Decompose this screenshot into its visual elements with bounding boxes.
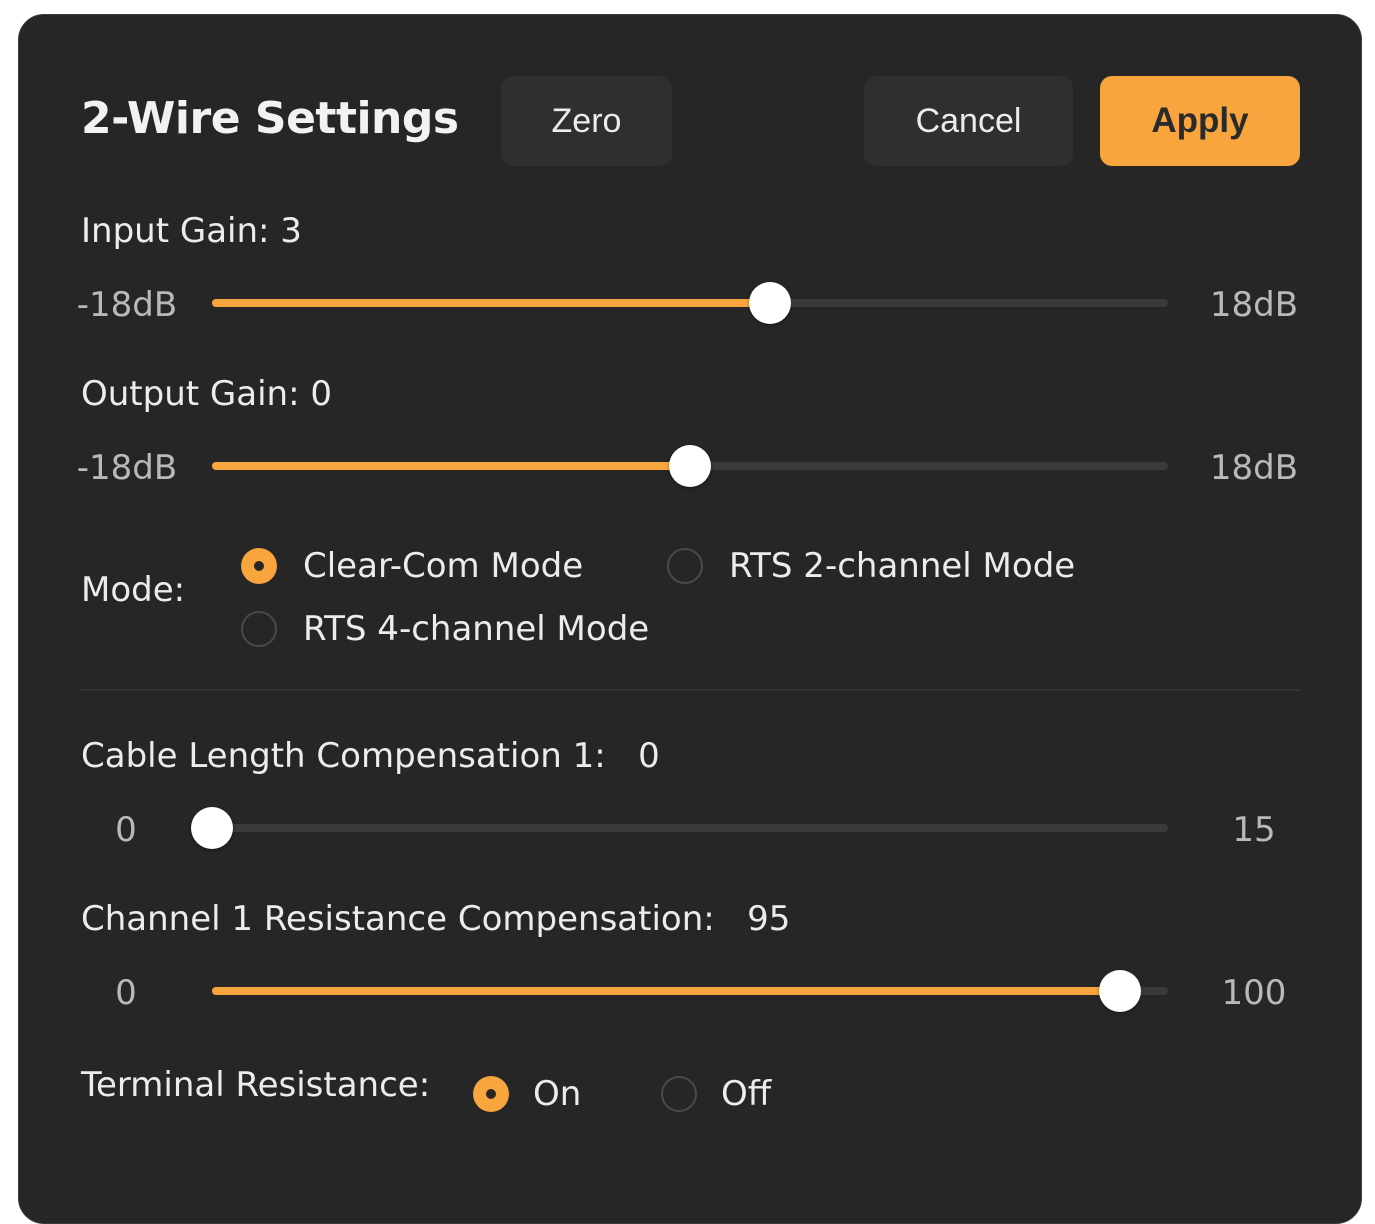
two-wire-settings-dialog: 2-Wire Settings Zero Cancel Apply Input … [18, 14, 1362, 1224]
output-gain-min-label: -18dB [76, 448, 178, 488]
dialog-title: 2-Wire Settings [81, 93, 459, 144]
apply-button[interactable]: Apply [1100, 76, 1300, 166]
radio-unchecked-icon [241, 611, 277, 647]
cancel-button[interactable]: Cancel [864, 76, 1073, 166]
cable-length-label: Cable Length Compensation 1: 0 [81, 736, 660, 776]
terminal-resistance-on[interactable]: On [473, 1074, 581, 1114]
radio-checked-icon [241, 548, 277, 584]
mode-label: Mode: [81, 570, 186, 610]
resistance-label: Channel 1 Resistance Compensation: 95 [81, 899, 791, 939]
cable-length-min-label: 0 [115, 810, 137, 850]
cable-length-max-label: 15 [1232, 810, 1276, 850]
resistance-slider[interactable] [212, 970, 1168, 1012]
radio-unchecked-icon [661, 1076, 697, 1112]
mode-option-label: Clear-Com Mode [303, 546, 584, 586]
input-gain-min-label: -18dB [76, 285, 178, 325]
cable-length-slider[interactable] [191, 807, 1168, 849]
terminal-resistance-off[interactable]: Off [661, 1074, 771, 1114]
resistance-slider-fill [212, 987, 1121, 995]
mode-option-rts-4-channel[interactable]: RTS 4-channel Mode [241, 609, 649, 649]
input-gain-slider[interactable] [212, 282, 1168, 324]
output-gain-slider-thumb[interactable] [669, 445, 711, 487]
mode-option-rts-2-channel[interactable]: RTS 2-channel Mode [667, 546, 1075, 586]
output-gain-slider[interactable] [212, 445, 1168, 487]
input-gain-slider-thumb[interactable] [748, 282, 791, 324]
zero-button[interactable]: Zero [501, 76, 672, 166]
cable-length-slider-thumb[interactable] [191, 807, 233, 849]
mode-option-label: RTS 2-channel Mode [729, 546, 1076, 586]
resistance-slider-thumb[interactable] [1099, 970, 1142, 1012]
section-divider [81, 689, 1301, 691]
input-gain-label: Input Gain: 3 [81, 211, 302, 251]
mode-option-clear-com[interactable]: Clear-Com Mode [241, 546, 583, 586]
resistance-max-label: 100 [1221, 973, 1287, 1013]
output-gain-max-label: 18dB [1209, 448, 1299, 488]
terminal-resistance-option-label: On [533, 1074, 582, 1114]
mode-option-label: RTS 4-channel Mode [303, 609, 650, 649]
resistance-min-label: 0 [115, 973, 137, 1013]
input-gain-slider-fill [212, 299, 770, 307]
radio-unchecked-icon [667, 548, 703, 584]
radio-checked-icon [473, 1076, 509, 1112]
terminal-resistance-option-label: Off [721, 1074, 772, 1114]
input-gain-max-label: 18dB [1209, 285, 1299, 325]
output-gain-label: Output Gain: 0 [81, 374, 332, 414]
terminal-resistance-label: Terminal Resistance: [81, 1065, 431, 1105]
output-gain-slider-fill [212, 462, 690, 470]
